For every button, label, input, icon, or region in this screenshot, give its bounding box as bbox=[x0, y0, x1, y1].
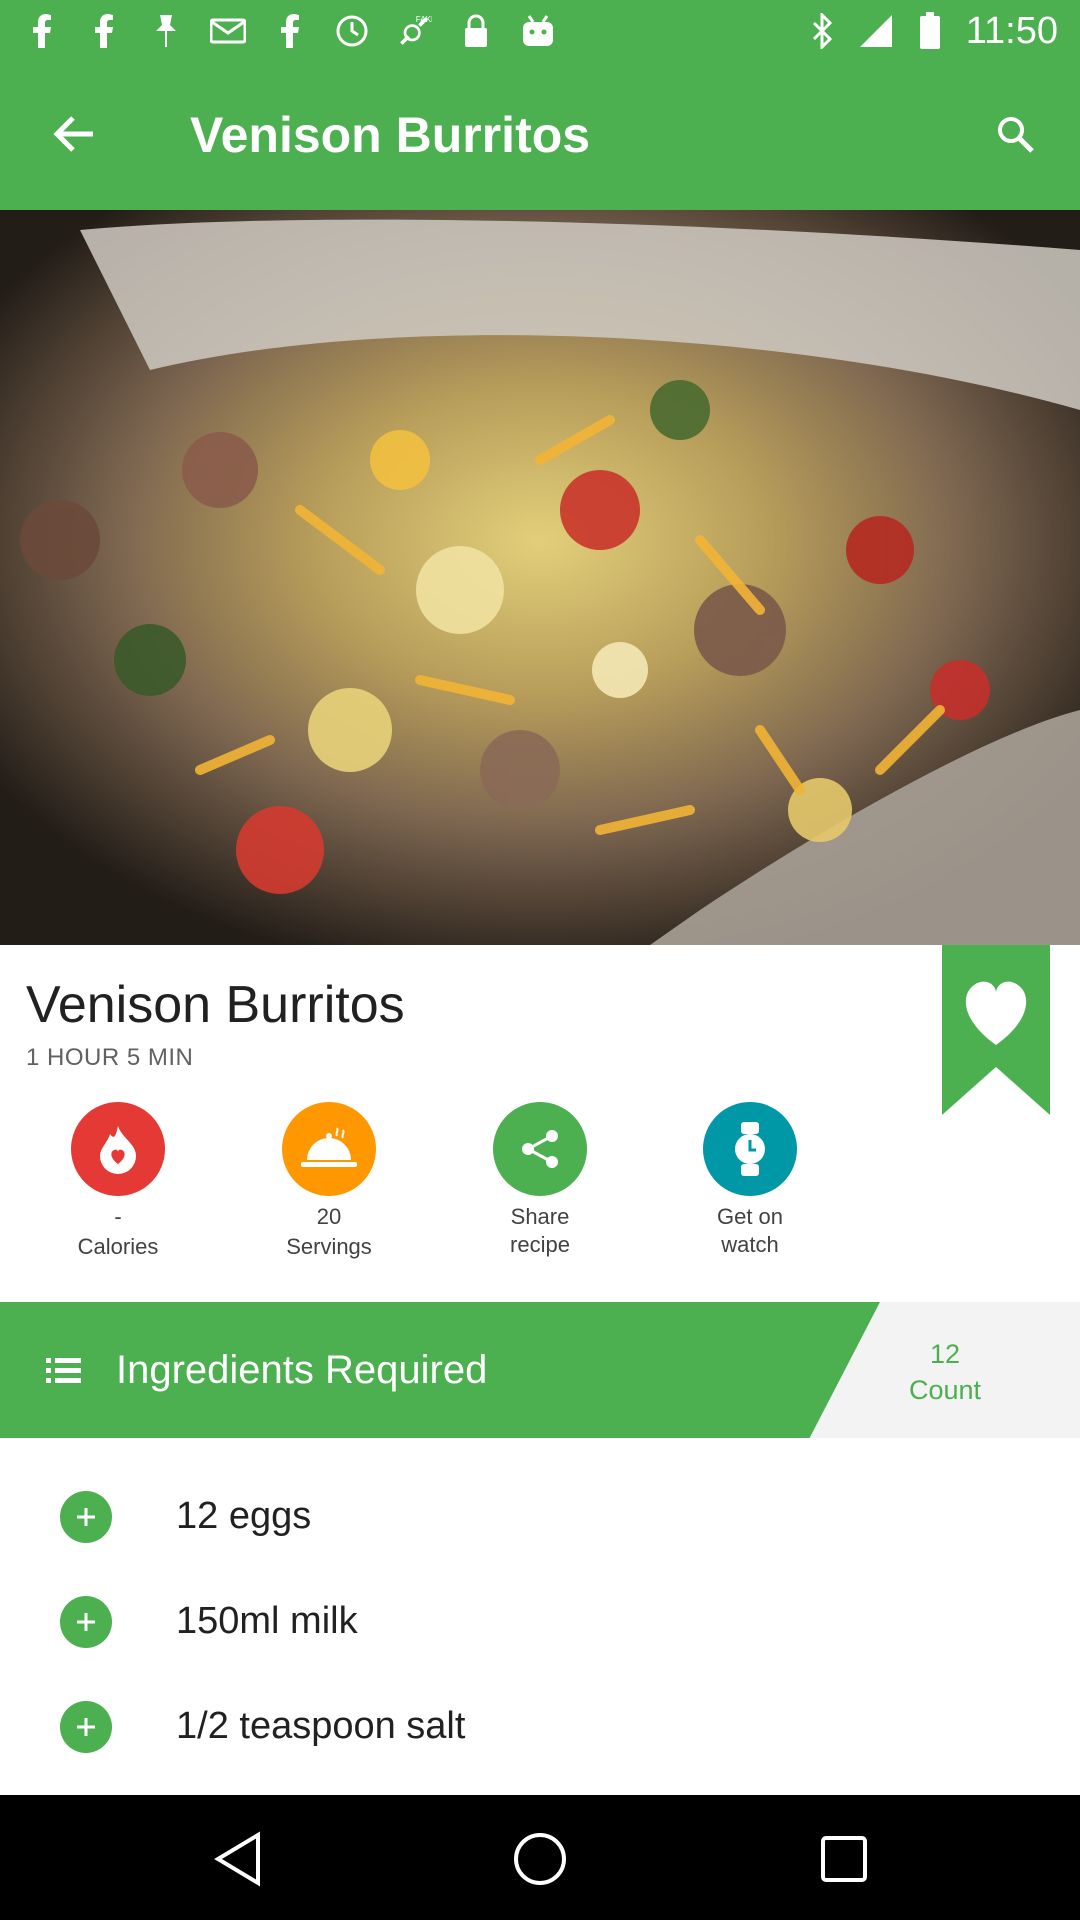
navigation-bar bbox=[0, 1795, 1080, 1920]
ingredients-count-label: Count bbox=[908, 1375, 982, 1405]
ingredient-item: 150ml milk bbox=[0, 1582, 1080, 1662]
servings-value: 20 bbox=[316, 1204, 342, 1229]
ingredients-count-value: 12 bbox=[929, 1339, 961, 1369]
servings-action[interactable]: 20 Servings bbox=[249, 1102, 409, 1262]
ingredients-count: 12 Count bbox=[880, 1336, 1010, 1408]
calories-value: - bbox=[114, 1204, 122, 1229]
square-recents-icon bbox=[821, 1836, 867, 1882]
calories-label: Calories bbox=[77, 1234, 159, 1259]
system-icons: 11:50 bbox=[804, 8, 1058, 54]
pin-icon bbox=[148, 13, 184, 49]
nav-back-button[interactable] bbox=[206, 1827, 270, 1891]
status-bar: FAKE 11:50 bbox=[0, 0, 1080, 62]
share-recipe-action[interactable]: Share recipe bbox=[460, 1102, 620, 1260]
signal-icon bbox=[858, 13, 894, 49]
watch-icon bbox=[703, 1102, 797, 1196]
plus-icon bbox=[77, 1508, 95, 1526]
ingredients-header: Ingredients Required 12 Count bbox=[0, 1302, 1080, 1438]
svg-text:FAKE: FAKE bbox=[416, 15, 432, 24]
ingredients-title: Ingredients Required bbox=[116, 1348, 488, 1392]
facebook-icon bbox=[86, 13, 122, 49]
ingredient-text: 1/2 teaspoon salt bbox=[176, 1705, 466, 1747]
food-photo bbox=[0, 210, 1080, 945]
watch-label-line2: watch bbox=[721, 1232, 779, 1257]
ingredient-text: 150ml milk bbox=[176, 1600, 358, 1642]
facebook-icon bbox=[24, 13, 60, 49]
circle-home-icon bbox=[514, 1833, 566, 1885]
notification-icons: FAKE bbox=[24, 10, 556, 52]
recipe-hero-image bbox=[0, 210, 1080, 945]
calories-action[interactable]: - Calories bbox=[38, 1102, 198, 1262]
app-bar-title: Venison Burritos bbox=[190, 107, 591, 163]
nav-home-button[interactable] bbox=[508, 1827, 572, 1891]
arrow-back-icon bbox=[51, 114, 95, 159]
back-button[interactable] bbox=[38, 106, 108, 166]
ingredient-text: 12 eggs bbox=[176, 1495, 312, 1537]
clock: 11:50 bbox=[965, 9, 1058, 52]
app-bar: Venison Burritos bbox=[0, 62, 1080, 210]
plus-icon bbox=[77, 1718, 95, 1736]
sync-icon bbox=[334, 13, 370, 49]
flame-heart-icon bbox=[71, 1102, 165, 1196]
favorite-bookmark-button[interactable] bbox=[942, 945, 1050, 1115]
lock-icon bbox=[458, 13, 494, 49]
facebook-icon bbox=[272, 13, 308, 49]
watch-label-line1: Get on bbox=[716, 1204, 784, 1229]
search-icon bbox=[995, 114, 1035, 159]
ingredient-item: 12 eggs bbox=[0, 1477, 1080, 1557]
add-ingredient-button[interactable] bbox=[60, 1491, 112, 1543]
battery-icon bbox=[912, 12, 948, 49]
plus-icon bbox=[77, 1613, 95, 1631]
recipe-title: Venison Burritos bbox=[26, 976, 405, 1034]
add-ingredient-button[interactable] bbox=[60, 1701, 112, 1753]
watch-action[interactable]: Get on watch bbox=[670, 1102, 830, 1260]
android-icon bbox=[520, 13, 556, 49]
list-icon bbox=[44, 1350, 84, 1390]
search-button[interactable] bbox=[980, 106, 1050, 166]
ingredient-item: 1/2 teaspoon salt bbox=[0, 1687, 1080, 1767]
fake-gps-icon: FAKE bbox=[396, 13, 432, 49]
share-label-line1: Share bbox=[510, 1204, 570, 1229]
gmail-icon bbox=[210, 13, 246, 49]
triangle-back-icon bbox=[214, 1831, 260, 1887]
add-ingredient-button[interactable] bbox=[60, 1596, 112, 1648]
cloche-icon bbox=[282, 1102, 376, 1196]
share-label-line2: recipe bbox=[510, 1232, 570, 1257]
recipe-duration: 1 HOUR 5 MIN bbox=[26, 1044, 194, 1071]
share-icon bbox=[493, 1102, 587, 1196]
bluetooth-icon bbox=[804, 13, 840, 49]
nav-recents-button[interactable] bbox=[812, 1827, 876, 1891]
servings-label: Servings bbox=[286, 1234, 372, 1259]
